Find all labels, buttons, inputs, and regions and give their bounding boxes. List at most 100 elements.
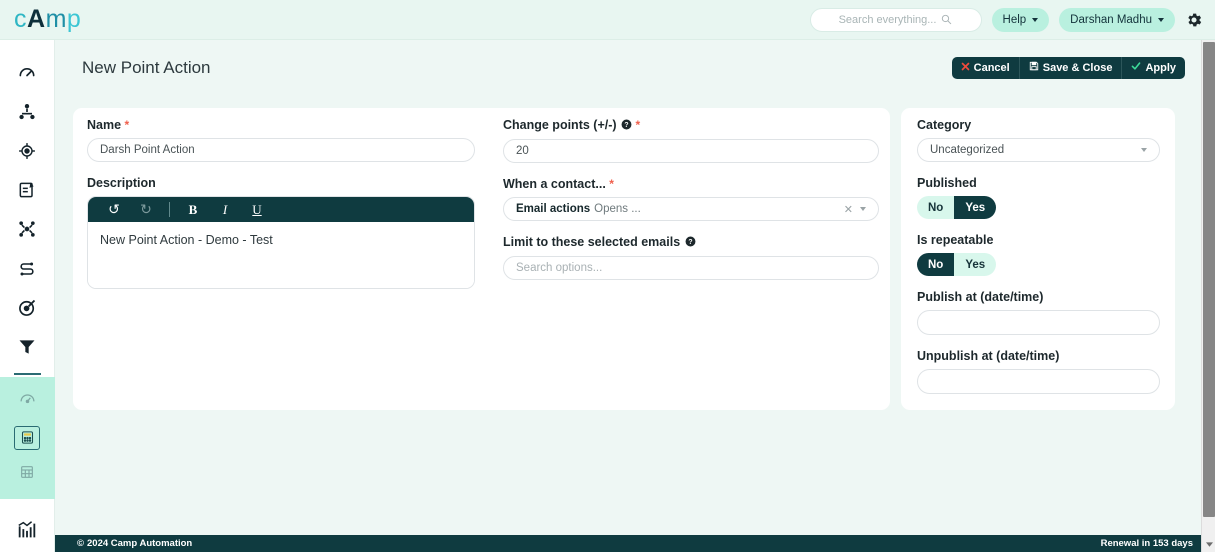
scrollbar-thumb[interactable] [1203, 42, 1215, 517]
sidebar-item-funnel[interactable] [0, 330, 55, 369]
bold-icon[interactable]: B [177, 202, 209, 218]
unpublish-at-label: Unpublish at (date/time) [917, 349, 1060, 363]
name-field-group: Name * Darsh Point Action [87, 118, 475, 162]
toolbar-divider [169, 202, 170, 217]
search-input[interactable]: Search everything... [809, 7, 982, 32]
sidebar-item-calculator[interactable] [0, 421, 55, 455]
contacts-hierarchy-icon [17, 102, 37, 127]
publish-at-field-group: Publish at (date/time) [917, 290, 1160, 335]
is-repeatable-label: Is repeatable [917, 233, 994, 247]
help-circle-icon[interactable]: ? [685, 236, 696, 250]
page-scrollbar[interactable] [1201, 40, 1215, 552]
required-asterisk: * [609, 177, 614, 191]
sidebar-divider [13, 372, 41, 375]
help-menu-label: Help [1002, 13, 1027, 26]
page-action-buttons: Cancel Save & Close Apply [951, 56, 1185, 79]
name-label-text: Name [87, 118, 122, 132]
footer-renewal-text: Renewal in 153 days [1100, 538, 1193, 549]
speedometer-icon [19, 390, 36, 412]
limit-emails-field-group: Limit to these selected emails ? Search … [503, 235, 879, 280]
gear-icon[interactable] [1185, 11, 1203, 29]
published-option-no[interactable]: No [917, 196, 955, 219]
header-right-controls: Search everything... Help Darshan Madhu [809, 7, 1215, 32]
redo-icon[interactable]: ↻ [130, 202, 162, 218]
when-contact-select[interactable]: Email actions Opens ... ✕ [503, 197, 879, 221]
when-contact-group-label: Email actions [516, 203, 591, 215]
published-label: Published [917, 176, 977, 190]
limit-emails-label: Limit to these selected emails ? [503, 235, 879, 250]
apply-button-label: Apply [1145, 61, 1176, 74]
sidebar-active-group [0, 376, 55, 499]
unpublish-at-field-group: Unpublish at (date/time) [917, 349, 1160, 394]
limit-emails-placeholder: Search options... [516, 262, 603, 274]
scrollbar-down-arrow[interactable] [1203, 537, 1215, 551]
underline-icon[interactable]: U [241, 202, 273, 218]
limit-emails-input[interactable]: Search options... [503, 256, 879, 280]
sidebar-item-analytics[interactable] [0, 513, 55, 552]
italic-icon[interactable]: I [209, 202, 241, 218]
settings-panel-content: Category Uncategorized Published No Yes … [917, 118, 1160, 394]
category-select[interactable]: Uncategorized [917, 138, 1160, 162]
save-disk-icon [1029, 61, 1039, 74]
top-header-bar: cAmp Search everything... Help Darshan M… [0, 0, 1215, 40]
footer-bar: © 2024 Camp Automation Renewal in 153 da… [55, 535, 1215, 552]
is-repeatable-option-no[interactable]: No [917, 253, 955, 276]
page-header: New Point Action Cancel Save & Close App… [55, 40, 1215, 95]
form-edit-icon [17, 180, 37, 205]
application-window: cAmp Search everything... Help Darshan M… [0, 0, 1215, 552]
published-option-yes[interactable]: Yes [954, 196, 997, 219]
funnel-icon [17, 337, 37, 362]
sidebar-item-workflow[interactable] [0, 252, 55, 291]
change-points-input[interactable]: 20 [503, 139, 879, 163]
goal-target-icon [17, 298, 37, 323]
sidebar-item-network[interactable] [0, 212, 55, 251]
publish-at-input[interactable] [917, 310, 1160, 335]
when-contact-field-group: When a contact... * Email actions Opens … [503, 177, 879, 221]
grid-table-icon [19, 464, 35, 485]
when-contact-selected-value: Email actions Opens ... [516, 203, 641, 215]
undo-icon[interactable]: ↺ [98, 202, 130, 218]
user-menu-button[interactable]: Darshan Madhu [1059, 7, 1175, 32]
apply-button[interactable]: Apply [1122, 57, 1185, 79]
cancel-button-label: Cancel [973, 61, 1010, 74]
sidebar-item-grid[interactable] [0, 455, 55, 495]
published-field-group: Published No Yes [917, 176, 1160, 219]
save-and-close-button[interactable]: Save & Close [1020, 56, 1123, 79]
sidebar-item-target[interactable] [0, 134, 55, 173]
help-circle-icon[interactable]: ? [621, 119, 632, 133]
clear-x-icon[interactable]: ✕ [844, 203, 853, 216]
svg-text:?: ? [624, 122, 628, 129]
rich-text-editor: ↺ ↻ B I U New Point Action - Demo - Test [87, 196, 475, 289]
required-asterisk: * [635, 118, 641, 132]
name-input[interactable]: Darsh Point Action [87, 138, 475, 162]
description-label: Description [87, 176, 156, 190]
workflow-icon [17, 259, 37, 284]
network-share-icon [17, 219, 37, 244]
chevron-down-icon[interactable] [860, 207, 866, 211]
chevron-down-icon [1158, 17, 1164, 22]
unpublish-at-input[interactable] [917, 369, 1160, 394]
settings-panel-card: Category Uncategorized Published No Yes … [901, 108, 1175, 410]
close-x-icon [961, 62, 970, 74]
is-repeatable-toggle: No Yes [917, 253, 997, 276]
check-icon [1131, 61, 1141, 74]
sidebar-item-contacts[interactable] [0, 95, 55, 134]
calculator-icon [14, 425, 40, 450]
chevron-down-icon [1032, 17, 1039, 22]
editor-content[interactable]: New Point Action - Demo - Test [88, 222, 474, 288]
save-and-close-button-label: Save & Close [1042, 61, 1113, 74]
category-label: Category [917, 118, 972, 132]
left-sidebar [0, 40, 55, 552]
sidebar-item-goals[interactable] [0, 291, 55, 330]
sidebar-item-dashboard[interactable] [0, 56, 55, 95]
search-icon [941, 14, 952, 25]
chevron-down-icon[interactable] [1141, 148, 1147, 152]
sidebar-item-speedometer[interactable] [0, 381, 55, 421]
cancel-button[interactable]: Cancel [952, 56, 1020, 79]
help-menu-button[interactable]: Help [991, 7, 1050, 32]
is-repeatable-option-yes[interactable]: Yes [954, 253, 997, 276]
app-logo[interactable]: cAmp [14, 7, 81, 32]
footer-copyright-text: 2024 Camp Automation [87, 538, 193, 549]
change-points-value: 20 [516, 145, 529, 157]
sidebar-item-forms[interactable] [0, 173, 55, 212]
